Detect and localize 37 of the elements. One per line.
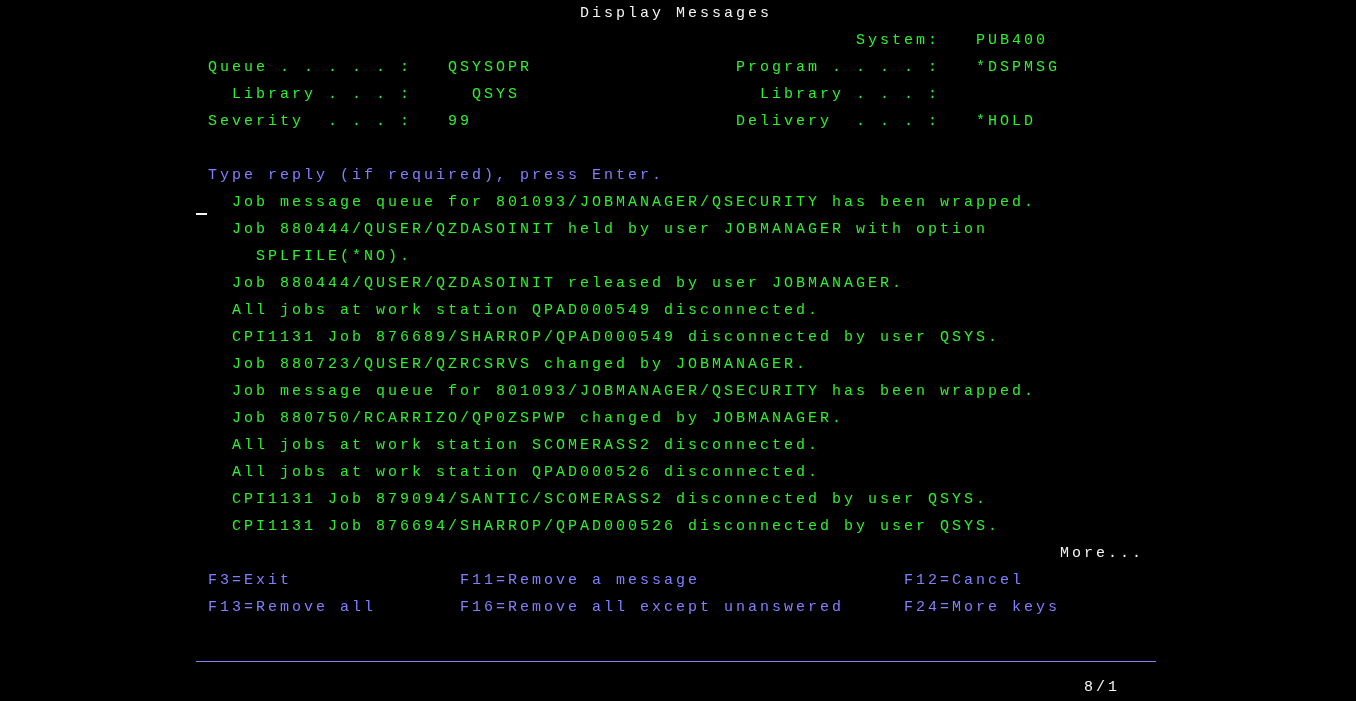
message-text: Job 880444/QUSER/QZDASOINIT held by user JOBMANAGER with option xyxy=(232,220,988,239)
message-text: Job 880723/QUSER/QZRCSRVS changed by JOBMANAGER. xyxy=(232,355,808,374)
function-key-label: F24=More keys xyxy=(904,598,1060,617)
function-key-label: F16=Remove all except unanswered xyxy=(460,598,844,617)
message-text: All jobs at work station SCOMERASS2 disconnected. xyxy=(232,436,820,455)
function-key-label: F11=Remove a message xyxy=(460,571,700,590)
message-text: SPLFILE(*NO). xyxy=(256,247,412,266)
message-text: Job message queue for 801093/JOBMANAGER/QSECURITY has been wrapped. xyxy=(232,382,1036,401)
field-label: Delivery . . . : xyxy=(736,112,940,131)
message-text: All jobs at work station QPAD000526 disconnected. xyxy=(232,463,820,482)
message-text: CPI1131 Job 876694/SHARROP/QPAD000526 disconnected by user QSYS. xyxy=(232,517,1000,536)
message-text: Job 880750/RCARRIZO/QP0ZSPWP changed by JOBMANAGER. xyxy=(232,409,844,428)
field-label: Queue . . . . . : xyxy=(208,58,412,77)
function-key-label: F3=Exit xyxy=(208,571,292,590)
field-value: *HOLD xyxy=(976,112,1036,131)
function-key-label: F13=Remove all xyxy=(208,598,376,617)
field-label: Severity . . . : xyxy=(208,112,412,131)
message-text: CPI1131 Job 876689/SHARROP/QPAD000549 disconnected by user QSYS. xyxy=(232,328,1000,347)
message-text: Job message queue for 801093/JOBMANAGER/QSECURITY has been wrapped. xyxy=(232,193,1036,212)
message-text: All jobs at work station QPAD000549 disconnected. xyxy=(232,301,820,320)
field-value: PUB400 xyxy=(976,31,1048,50)
instruction-text: Type reply (if required), press Enter. xyxy=(208,166,664,185)
field-label: Program . . . . : xyxy=(736,58,940,77)
function-key-label: F12=Cancel xyxy=(904,571,1024,590)
message-text: CPI1131 Job 879094/SANTIC/SCOMERASS2 disconnected by user QSYS. xyxy=(232,490,988,509)
message-text: Job 880444/QUSER/QZDASOINIT released by user JOBMANAGER. xyxy=(232,274,904,293)
field-label: Library . . . : xyxy=(760,85,940,104)
field-label: System: xyxy=(856,31,940,50)
field-label: Library . . . : xyxy=(232,85,412,104)
field-value: *DSPMSG xyxy=(976,58,1060,77)
screen-title: Display Messages xyxy=(580,4,772,23)
cursor-position: 8/1 xyxy=(1084,679,1120,697)
more-indicator: More... xyxy=(1060,544,1144,563)
field-value: QSYSOPR xyxy=(448,58,532,77)
field-value: QSYS xyxy=(472,85,520,104)
cursor-icon xyxy=(196,213,207,215)
field-value: 99 xyxy=(448,112,472,131)
